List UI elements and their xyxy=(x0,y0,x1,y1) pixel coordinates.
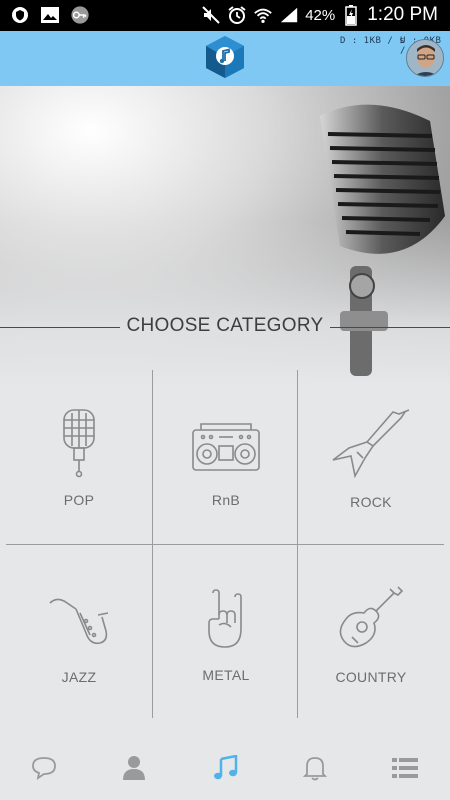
download-speed: D : 1KB / s xyxy=(340,36,406,46)
category-label: METAL xyxy=(202,667,250,683)
category-grid: POP RnB ROCK JAZZ METAL COUNTRY xyxy=(0,370,450,718)
wifi-icon xyxy=(253,5,273,25)
category-label: POP xyxy=(63,492,95,508)
category-jazz[interactable]: JAZZ xyxy=(6,545,152,719)
saxophone-icon xyxy=(49,598,109,645)
nav-profile[interactable] xyxy=(114,748,154,788)
microphone-photo xyxy=(320,104,445,376)
acoustic-guitar-icon xyxy=(339,586,404,648)
nav-list[interactable] xyxy=(385,748,425,788)
category-label: RnB xyxy=(211,492,241,508)
microphone-icon xyxy=(63,409,95,478)
category-country[interactable]: COUNTRY xyxy=(298,545,444,719)
clock: 1:20 PM xyxy=(367,4,438,25)
section-title: CHOOSE CATEGORY xyxy=(126,315,324,336)
category-label: COUNTRY xyxy=(335,669,407,685)
choose-category-header: CHOOSE CATEGORY xyxy=(0,312,450,342)
status-bar: 42% 1:20 PM xyxy=(0,0,450,31)
signal-icon xyxy=(279,5,299,25)
category-pop[interactable]: POP xyxy=(6,370,152,544)
person-icon xyxy=(123,756,145,780)
nav-chat[interactable] xyxy=(24,748,64,788)
category-metal[interactable]: METAL xyxy=(153,545,299,719)
image-icon xyxy=(40,5,60,25)
nav-notifications[interactable] xyxy=(295,748,335,788)
battery-percent: 42% xyxy=(305,6,336,24)
avatar[interactable] xyxy=(406,39,444,77)
category-rnb[interactable]: RnB xyxy=(153,370,299,544)
music-note-icon xyxy=(214,755,238,780)
category-label: ROCK xyxy=(350,494,392,510)
category-label: JAZZ xyxy=(61,669,97,685)
divider xyxy=(330,327,450,328)
rock-hand-icon xyxy=(208,589,242,648)
chat-bubble-icon xyxy=(32,757,56,780)
battery-icon xyxy=(341,5,361,26)
key-icon xyxy=(70,5,90,25)
mute-icon xyxy=(201,5,221,25)
shield-icon xyxy=(10,5,30,25)
bell-icon xyxy=(303,757,327,781)
bottom-nav xyxy=(0,740,450,800)
list-icon xyxy=(392,758,418,778)
nav-music[interactable] xyxy=(205,748,245,788)
boombox-icon xyxy=(192,423,260,471)
category-rock[interactable]: ROCK xyxy=(298,370,444,544)
app-bar: D : 1KB / s U : 0KB / s xyxy=(0,31,450,86)
alarm-icon xyxy=(227,5,247,25)
electric-guitar-icon xyxy=(332,409,410,478)
app-logo[interactable] xyxy=(204,34,246,80)
